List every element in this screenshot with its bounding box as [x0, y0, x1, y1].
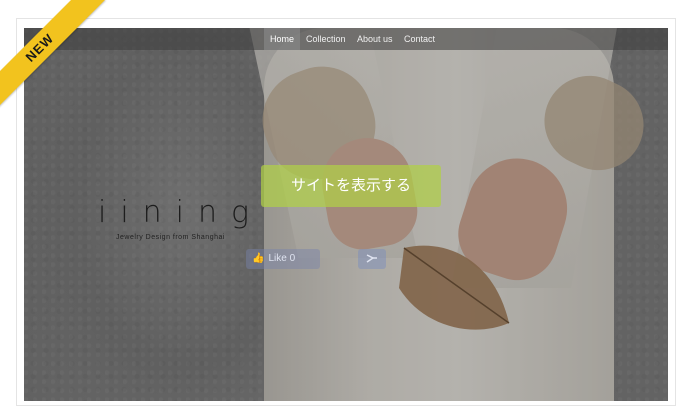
nav-about-us[interactable]: About us	[351, 28, 399, 50]
share-button[interactable]	[358, 249, 386, 269]
view-site-button[interactable]: サイトを表示する	[261, 165, 441, 207]
thumbs-up-icon: 👍	[252, 253, 265, 264]
brand-tagline: Jewelry Design from Shanghai	[116, 234, 225, 241]
new-ribbon: NEW	[0, 0, 114, 116]
share-icon	[366, 254, 377, 263]
new-badge: NEW	[0, 0, 106, 114]
brand-logo: iining	[98, 195, 264, 230]
like-button[interactable]: 👍 Like 0	[246, 249, 320, 269]
nav-collection[interactable]: Collection	[300, 28, 352, 50]
nav-contact[interactable]: Contact	[398, 28, 441, 50]
nav-home[interactable]: Home	[264, 28, 301, 50]
top-nav: Home Collection About us Contact	[24, 28, 668, 50]
site-preview[interactable]: Home Collection About us Contact iining …	[24, 28, 668, 401]
like-label: Like 0	[268, 253, 296, 264]
